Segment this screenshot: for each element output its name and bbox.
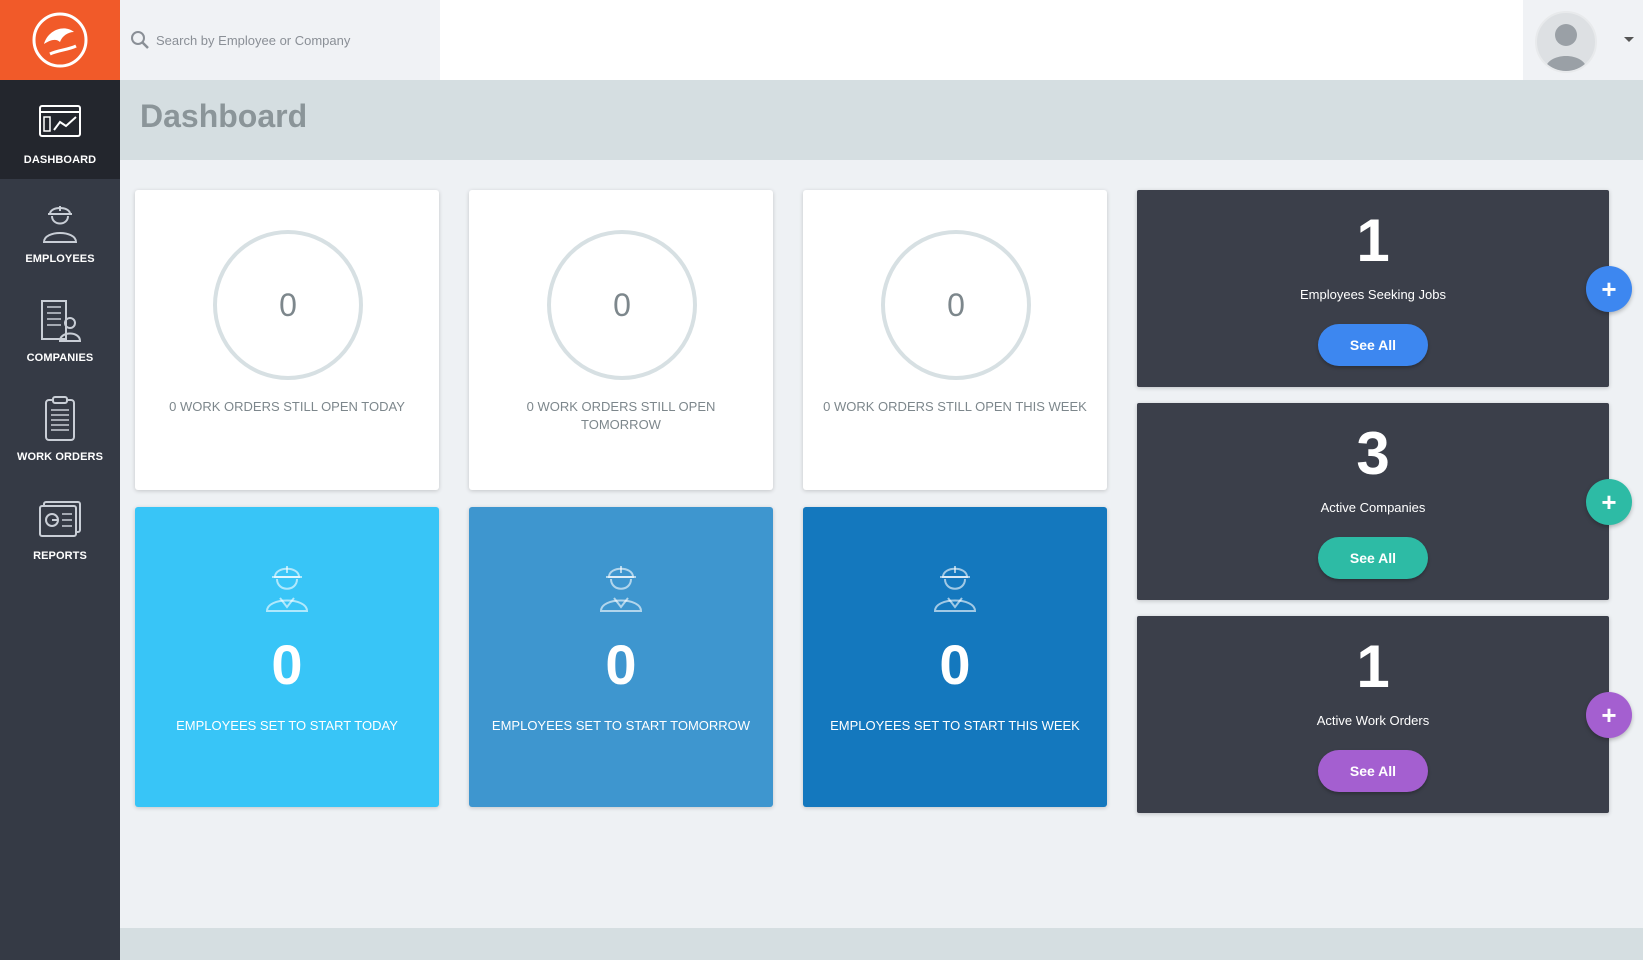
card-caption: EMPLOYEES SET TO START THIS WEEK	[830, 718, 1080, 733]
top-bar	[120, 0, 1643, 80]
sidebar: DASHBOARD EMPLOYEES COMPANIES WORK ORDER…	[0, 0, 120, 960]
stat-label: Active Companies	[1320, 500, 1426, 515]
page-title: Dashboard	[140, 98, 308, 134]
sidebar-item-dashboard[interactable]: DASHBOARD	[0, 80, 120, 179]
search-input[interactable]	[154, 31, 438, 49]
ring-value: 0	[613, 286, 631, 323]
progress-ring: 0	[213, 230, 363, 380]
employees-week-card: 0 EMPLOYEES SET TO START THIS WEEK	[803, 507, 1107, 807]
card-caption: 0 WORK ORDERS STILL OPEN TOMORROW	[526, 399, 716, 432]
see-all-companies-button[interactable]: See All	[1318, 537, 1428, 579]
active-companies-panel: 3 Active Companies See All	[1137, 403, 1609, 600]
sidebar-item-reports[interactable]: REPORTS	[0, 476, 120, 575]
user-menu[interactable]	[1523, 0, 1643, 80]
card-caption: EMPLOYEES SET TO START TODAY	[176, 718, 398, 733]
ring-value: 0	[947, 286, 965, 323]
active-work-orders-panel: 1 Active Work Orders See All	[1137, 616, 1609, 813]
see-all-work-orders-button[interactable]: See All	[1318, 750, 1428, 792]
search-box[interactable]	[120, 0, 440, 80]
logo-icon	[32, 12, 88, 68]
employees-today-card: 0 EMPLOYEES SET TO START TODAY	[135, 507, 439, 807]
chevron-down-icon[interactable]	[1624, 37, 1634, 42]
plus-icon: +	[1601, 487, 1617, 517]
worker-icon	[933, 566, 977, 612]
avatar[interactable]	[1535, 11, 1597, 73]
worker-icon	[265, 566, 309, 612]
add-employee-button[interactable]: +	[1586, 266, 1632, 312]
add-work-order-button[interactable]: +	[1586, 692, 1632, 738]
building-icon	[35, 298, 85, 342]
footer-bar	[120, 928, 1643, 960]
card-caption: EMPLOYEES SET TO START TOMORROW	[491, 718, 751, 733]
stat-label: Employees Seeking Jobs	[1300, 287, 1446, 302]
sidebar-item-label: COMPANIES	[26, 352, 94, 364]
document-icon	[35, 396, 85, 441]
plus-icon: +	[1601, 274, 1617, 304]
user-icon	[1545, 24, 1587, 71]
stat-value: 3	[1356, 420, 1390, 487]
stat-value: 1	[1356, 633, 1390, 700]
stat-label: Active Work Orders	[1316, 713, 1430, 728]
worker-icon	[599, 566, 643, 612]
card-caption: 0 WORK ORDERS STILL OPEN TODAY	[169, 399, 405, 414]
sidebar-item-label: DASHBOARD	[23, 154, 97, 166]
report-icon	[35, 496, 85, 540]
work-orders-today-card: 0 0 WORK ORDERS STILL OPEN TODAY	[135, 190, 439, 490]
sidebar-item-label: REPORTS	[33, 550, 87, 562]
plus-icon: +	[1601, 700, 1617, 730]
stat-value: 1	[1356, 207, 1390, 274]
card-value: 0	[605, 633, 637, 696]
dashboard-icon	[35, 100, 85, 144]
sidebar-item-employees[interactable]: EMPLOYEES	[0, 179, 120, 278]
sidebar-item-label: WORK ORDERS	[16, 451, 104, 463]
employees-tomorrow-card: 0 EMPLOYEES SET TO START TOMORROW	[469, 507, 773, 807]
page-header: Dashboard	[120, 80, 1643, 160]
sidebar-item-label: EMPLOYEES	[25, 253, 95, 265]
employees-seeking-jobs-panel: 1 Employees Seeking Jobs See All	[1137, 190, 1609, 387]
sidebar-item-companies[interactable]: COMPANIES	[0, 278, 120, 377]
app-logo[interactable]	[0, 0, 120, 80]
progress-ring: 0	[547, 230, 697, 380]
card-value: 0	[271, 633, 303, 696]
add-company-button[interactable]: +	[1586, 479, 1632, 525]
progress-ring: 0	[881, 230, 1031, 380]
work-orders-tomorrow-card: 0 0 WORK ORDERS STILL OPEN TOMORROW	[469, 190, 773, 490]
card-caption: 0 WORK ORDERS STILL OPEN THIS WEEK	[823, 399, 1087, 414]
work-orders-week-card: 0 0 WORK ORDERS STILL OPEN THIS WEEK	[803, 190, 1107, 490]
see-all-employees-button[interactable]: See All	[1318, 324, 1428, 366]
search-icon	[131, 31, 149, 49]
worker-icon	[35, 199, 85, 243]
sidebar-item-work-orders[interactable]: WORK ORDERS	[0, 377, 120, 476]
card-value: 0	[939, 633, 971, 696]
ring-value: 0	[279, 286, 297, 323]
